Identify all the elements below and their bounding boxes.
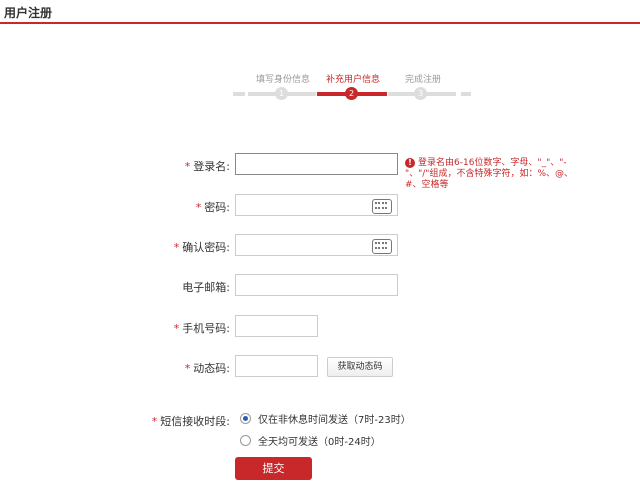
required-mark: *: [195, 201, 202, 214]
step-2-label: 补充用户信息: [326, 75, 381, 85]
page-header: 用户注册: [0, 0, 640, 24]
password-input[interactable]: [235, 194, 398, 216]
page-title: 用户注册: [4, 6, 53, 20]
step-3-dot: 3: [414, 87, 427, 100]
required-mark: *: [173, 322, 180, 335]
step-2-dot: 2: [345, 87, 358, 100]
login-name-input[interactable]: [235, 153, 398, 175]
confirm-password-label: * 确认密码:: [173, 241, 230, 254]
confirm-password-row: * 确认密码:: [0, 234, 640, 258]
code-row: * 动态码:: [0, 355, 640, 379]
confirm-password-input[interactable]: [235, 234, 398, 256]
radio-checked[interactable]: [240, 413, 251, 424]
sms-time-label: * 短信接收时段:: [151, 415, 230, 428]
phone-row: * 手机号码:: [0, 315, 640, 339]
sms-option-allday[interactable]: 全天均可发送（0时-24时）: [240, 433, 381, 448]
step-track-end: [461, 92, 471, 96]
email-input[interactable]: [235, 274, 398, 296]
required-mark: *: [184, 362, 191, 375]
required-mark: *: [184, 160, 191, 173]
required-mark: *: [151, 415, 158, 428]
step-3-label: 完成注册: [405, 75, 442, 85]
password-label: * 密码:: [195, 201, 230, 214]
sms-option-allday-label: 全天均可发送（0时-24时）: [258, 437, 381, 448]
keyboard-icon[interactable]: [372, 199, 392, 214]
email-row: 电子邮箱:: [0, 274, 640, 298]
get-code-button[interactable]: 获取动态码: [327, 357, 393, 377]
login-name-label: * 登录名:: [184, 160, 230, 173]
step-track-start: [233, 92, 245, 96]
phone-input[interactable]: [235, 315, 318, 337]
step-1-label: 填写身份信息: [256, 75, 311, 85]
email-label: 电子邮箱:: [182, 281, 230, 294]
keyboard-icon[interactable]: [372, 239, 392, 254]
radio-unchecked[interactable]: [240, 435, 251, 446]
password-row: * 密码:: [0, 194, 640, 218]
info-icon: !: [405, 158, 415, 168]
sms-option-daytime[interactable]: 仅在非休息时间发送（7时-23时）: [240, 411, 411, 426]
required-mark: *: [173, 241, 180, 254]
registration-stepper: 填写身份信息 补充用户信息 完成注册 1 2 3: [230, 70, 475, 102]
sms-option-daytime-label: 仅在非休息时间发送（7时-23时）: [258, 415, 411, 426]
submit-button[interactable]: 提交: [235, 457, 312, 480]
code-input[interactable]: [235, 355, 318, 377]
phone-label: * 手机号码:: [173, 322, 230, 335]
step-1-dot: 1: [275, 87, 288, 100]
login-name-hint: ! 登录名由6-16位数字、字母、"_"、"-"、"/"组成，不含特殊字符，如：%…: [405, 158, 574, 190]
code-label: * 动态码:: [184, 362, 230, 375]
